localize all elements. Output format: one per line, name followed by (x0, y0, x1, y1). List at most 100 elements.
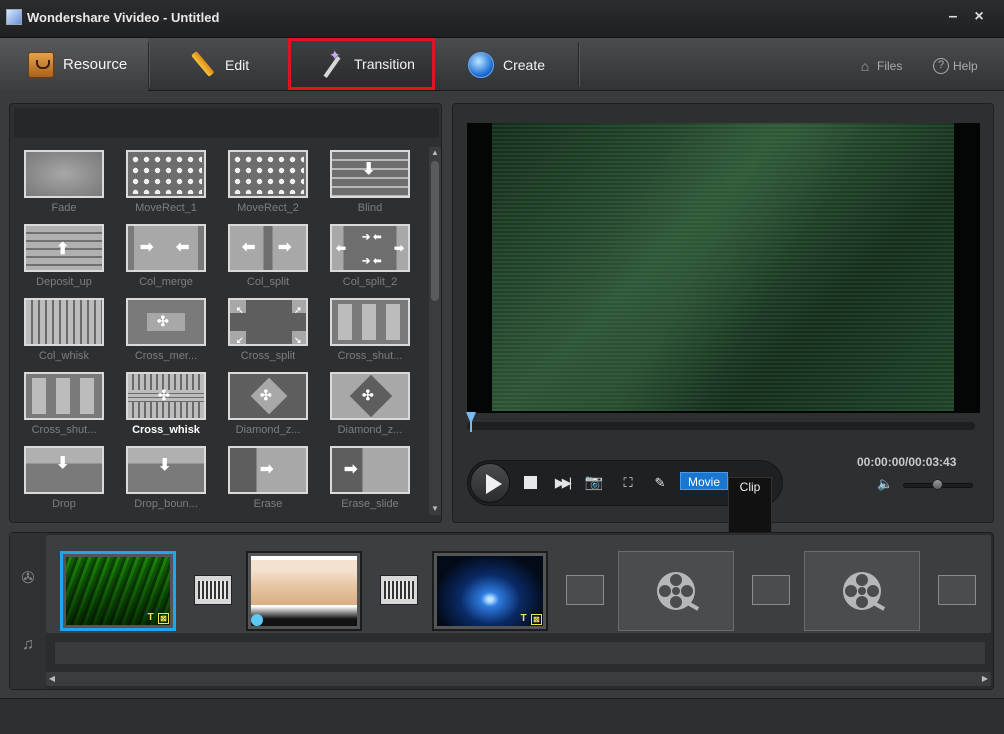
transition-thumb[interactable]: ⬅ ➔ ⬅ ➔ ⬅ ➡ Col_split_2 (330, 224, 412, 288)
storyboard-panel: ✇ ♫ T ⊠ T ⊠ ◀ ▶ (9, 532, 994, 690)
seek-bar[interactable] (467, 422, 975, 430)
storyboard-clip[interactable] (246, 551, 362, 631)
scroll-left-arrow[interactable]: ◀ (46, 672, 58, 686)
empty-clip-slot[interactable] (618, 551, 734, 631)
transition-list-scrollbar[interactable]: ▲ ▼ (429, 147, 441, 515)
edit-clip-button[interactable]: ✎ (650, 473, 670, 493)
volume-slider-knob[interactable] (932, 479, 943, 490)
empty-transition-slot[interactable] (938, 575, 976, 605)
tab-resource[interactable]: Resource (0, 38, 148, 91)
transition-thumb[interactable]: MoveRect_2 (228, 150, 310, 214)
video-track: T ⊠ T ⊠ (46, 535, 991, 633)
transition-thumb[interactable]: ➡ Erase (228, 446, 310, 510)
panel-header (14, 108, 439, 138)
storyboard-clip-selected[interactable]: T ⊠ (60, 551, 176, 631)
files-link[interactable]: ⌂ Files (857, 58, 903, 74)
clip-thumbnail (251, 556, 357, 626)
empty-transition-slot[interactable] (752, 575, 790, 605)
transition-thumb[interactable]: ⬇ Drop (24, 446, 106, 510)
transition-label: Erase (253, 498, 283, 510)
transition-thumb[interactable]: ⬆ Deposit_up (24, 224, 106, 288)
audio-track[interactable] (54, 641, 986, 665)
next-frame-button[interactable]: ▶▶| (552, 473, 572, 493)
transition-preview: ➡ ⬅ (126, 224, 206, 272)
film-reel-icon: ✇ (21, 570, 35, 587)
transition-thumb[interactable]: ➡ Erase_slide (330, 446, 412, 510)
storyboard-clip[interactable]: T ⊠ (432, 551, 548, 631)
play-button[interactable] (470, 463, 510, 503)
home-icon: ⌂ (860, 58, 870, 74)
transition-preview: ➡ (330, 446, 410, 494)
storyboard-scrollbar[interactable]: ◀ ▶ (46, 672, 991, 686)
camera-icon: 📷 (584, 474, 604, 491)
transition-preview: ✣ (126, 372, 206, 420)
resource-icon (28, 51, 54, 78)
film-reel-icon (843, 572, 881, 610)
video-preview-screen (467, 123, 980, 413)
volume-icon[interactable]: 🔈 (877, 476, 893, 492)
skip-forward-icon: ▶▶| (554, 475, 572, 490)
transition-preview (330, 298, 410, 346)
fullscreen-icon: ⛶ (623, 475, 633, 490)
transition-thumb[interactable]: ✣ Cross_mer... (126, 298, 208, 362)
timecode-display: 00:00:00/00:03:43 (857, 455, 957, 469)
transition-preview (24, 298, 104, 346)
transition-icon: ⊠ (158, 613, 169, 624)
transition-label: Cross_whisk (132, 424, 200, 436)
transition-thumb[interactable]: ⬇ Blind (330, 150, 412, 214)
window-title: Wondershare Vivideo - Untitled (27, 10, 220, 25)
transition-thumb-selected[interactable]: ✣ Cross_whisk (126, 372, 208, 436)
transition-slot[interactable] (380, 575, 418, 605)
help-link[interactable]: ? Help (933, 58, 978, 74)
stop-button[interactable] (520, 473, 540, 493)
transition-slot[interactable] (194, 575, 232, 605)
tab-create[interactable]: Create (468, 38, 578, 91)
scroll-right-arrow[interactable]: ▶ (979, 672, 991, 686)
tab-transition-label: Transition (354, 56, 415, 72)
empty-transition-slot[interactable] (566, 575, 604, 605)
transition-preview (24, 372, 104, 420)
transition-label: Col_whisk (38, 350, 90, 362)
fullscreen-button[interactable]: ⛶ (618, 473, 638, 493)
transition-thumb[interactable]: Fade (24, 150, 106, 214)
transition-preview: ⬇ (24, 446, 104, 494)
transition-label: Diamond_z... (235, 424, 301, 436)
video-track-tab[interactable]: ✇ (14, 565, 42, 593)
transition-thumb[interactable]: ↖ ↗ ↙ ↘ Cross_split (228, 298, 310, 362)
transition-preview (24, 150, 104, 198)
text-icon: T (520, 613, 527, 624)
transition-thumb[interactable]: MoveRect_1 (126, 150, 208, 214)
tab-transition[interactable]: Transition (288, 38, 435, 90)
transition-thumb[interactable]: ➡ ⬅ Col_merge (126, 224, 208, 288)
music-note-icon: ♫ (22, 636, 34, 653)
toolbar-divider (578, 42, 579, 87)
transition-label: Col_split_2 (342, 276, 398, 288)
minimize-button[interactable]: – (944, 8, 962, 26)
transition-preview: ✣ (126, 298, 206, 346)
scroll-down-arrow[interactable]: ▼ (429, 503, 441, 515)
close-button[interactable]: × (970, 8, 988, 26)
transition-thumb[interactable]: ⬇ Drop_boun... (126, 446, 208, 510)
transition-preview: ⬆ (24, 224, 104, 272)
transition-thumb[interactable]: ✣ Diamond_z... (330, 372, 412, 436)
transition-thumb[interactable]: Cross_shut... (330, 298, 412, 362)
movie-mode-toggle[interactable]: Movie (680, 472, 728, 490)
scrollbar-thumb[interactable] (431, 161, 439, 301)
transition-label: Diamond_z... (337, 424, 403, 436)
snapshot-button[interactable]: 📷 (584, 473, 604, 493)
audio-track-tab[interactable]: ♫ (14, 631, 42, 659)
transition-thumb[interactable]: ✣ Diamond_z... (228, 372, 310, 436)
transition-preview: ⬇ (126, 446, 206, 494)
transition-preview: ➡ (228, 446, 308, 494)
tab-edit[interactable]: Edit (190, 38, 280, 91)
help-icon: ? (933, 58, 949, 74)
scroll-up-arrow[interactable]: ▲ (429, 147, 441, 159)
transition-thumb[interactable]: Cross_shut... (24, 372, 106, 436)
transition-preview: ⬇ (330, 150, 410, 198)
preview-panel: ▶▶| 📷 ⛶ ✎ Movie Clip 00:00:00/00:03:43 🔈 (452, 103, 994, 557)
empty-clip-slot[interactable] (804, 551, 920, 631)
transition-thumb[interactable]: ⬅ ➡ Col_split (228, 224, 310, 288)
files-label: Files (877, 59, 903, 73)
transition-thumb[interactable]: Col_whisk (24, 298, 106, 362)
transition-label: Drop (52, 498, 76, 510)
